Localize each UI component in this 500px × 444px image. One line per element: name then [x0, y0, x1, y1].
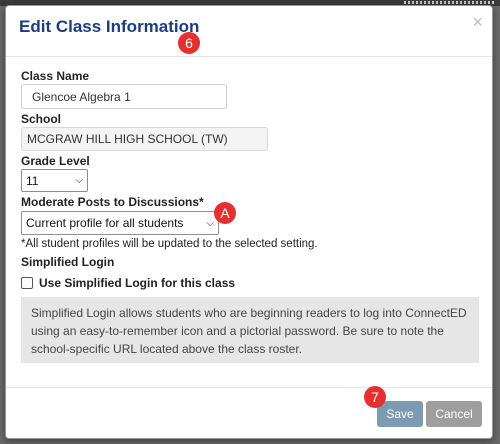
school-label: School: [21, 112, 62, 126]
close-icon[interactable]: ×: [472, 13, 483, 31]
simplified-login-label: Simplified Login: [21, 255, 115, 269]
simplified-login-checkbox-label[interactable]: Use Simplified Login for this class: [39, 276, 235, 290]
cancel-button[interactable]: Cancel: [426, 401, 482, 427]
callout-badge-6: 6: [178, 32, 200, 54]
class-name-label: Class Name: [21, 69, 90, 83]
moderate-posts-label: Moderate Posts to Discussions*: [21, 195, 204, 209]
grade-level-value: 11: [26, 173, 39, 188]
simplified-login-row: Use Simplified Login for this class: [21, 276, 235, 290]
grade-level-select[interactable]: 11 ⌵: [21, 169, 88, 192]
edit-class-dialog: Edit Class Information × Class Name Glen…: [5, 5, 493, 439]
simplified-login-info: Simplified Login allows students who are…: [21, 297, 479, 363]
dialog-title: Edit Class Information: [19, 17, 200, 36]
moderate-posts-note: *All student profiles will be updated to…: [21, 238, 318, 250]
moderate-posts-value: Current profile for all students: [26, 216, 184, 230]
grade-level-label: Grade Level: [21, 154, 90, 168]
checkbox-icon[interactable]: [21, 277, 33, 289]
moderate-posts-select[interactable]: Current profile for all students ⌵: [21, 211, 219, 235]
callout-badge-a: A: [214, 202, 236, 224]
school-value: MCGRAW HILL HIGH SCHOOL (TW): [21, 127, 268, 151]
save-button[interactable]: Save: [377, 401, 423, 427]
header-divider: [6, 56, 492, 57]
footer-divider: [6, 387, 492, 388]
chevron-down-icon: ⌵: [75, 175, 83, 186]
class-name-input[interactable]: Glencoe Algebra 1: [21, 84, 227, 109]
background-toolbar-marks: [404, 1, 494, 4]
callout-badge-7: 7: [364, 386, 386, 408]
chevron-down-icon: ⌵: [206, 217, 214, 229]
